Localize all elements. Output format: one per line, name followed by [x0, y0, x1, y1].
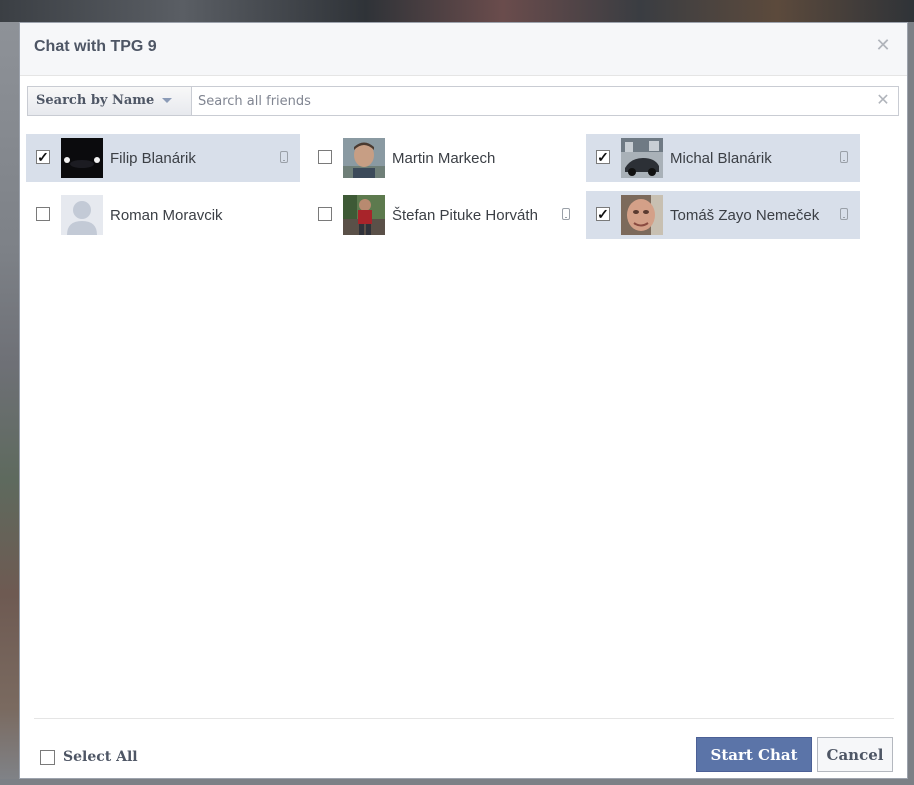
friend-name: Michal Blanárik	[670, 149, 772, 167]
background-page-right	[908, 22, 914, 785]
friend-name: Martin Markech	[392, 149, 496, 167]
friend-list: ✓ Filip Blanárik Martin Markech ✓ Michal Bla…	[20, 23, 907, 778]
friend-item[interactable]: Roman Moravcik	[26, 191, 300, 239]
friend-checkbox[interactable]	[36, 207, 50, 221]
avatar	[343, 138, 385, 178]
chat-dialog: Chat with TPG 9 ✕ Search by Name ✕ ✓Fili…	[19, 22, 908, 779]
friend-name: Tomáš Zayo Nemeček	[670, 206, 820, 224]
background-page-top	[0, 0, 914, 22]
background-page-left	[0, 22, 20, 785]
friend-item[interactable]: ✓ Michal Blanárik	[586, 134, 860, 182]
friend-item[interactable]: ✓ Tomáš Zayo Nemeček	[586, 191, 860, 239]
mobile-phone-icon	[840, 208, 848, 220]
select-all-checkbox[interactable]: Select All	[40, 747, 138, 767]
avatar	[621, 195, 663, 235]
background-page-bottom	[0, 779, 914, 785]
select-all-label: Select All	[63, 749, 138, 765]
avatar	[61, 195, 103, 235]
avatar	[343, 195, 385, 235]
friend-name: Filip Blanárik	[110, 149, 196, 167]
start-chat-button[interactable]: Start Chat	[696, 737, 812, 772]
friend-checkbox[interactable]: ✓	[596, 150, 610, 164]
friend-name: Štefan Pituke Horváth	[392, 206, 538, 224]
mobile-phone-icon	[840, 151, 848, 163]
avatar	[61, 138, 103, 178]
friend-name: Roman Moravcik	[110, 206, 223, 224]
friend-checkbox[interactable]: ✓	[36, 150, 50, 164]
mobile-phone-icon	[562, 208, 570, 220]
friend-checkbox[interactable]: ✓	[596, 207, 610, 221]
friend-checkbox[interactable]	[318, 207, 332, 221]
checkbox-icon	[40, 749, 55, 765]
avatar	[621, 138, 663, 178]
cancel-button[interactable]: Cancel	[817, 737, 893, 772]
friend-item[interactable]: ✓ Filip Blanárik	[26, 134, 300, 182]
friend-item[interactable]: Štefan Pituke Horváth	[308, 191, 582, 239]
friend-checkbox[interactable]	[318, 150, 332, 164]
friend-item[interactable]: Martin Markech	[308, 134, 582, 182]
footer-divider	[34, 718, 894, 719]
mobile-phone-icon	[280, 151, 288, 163]
